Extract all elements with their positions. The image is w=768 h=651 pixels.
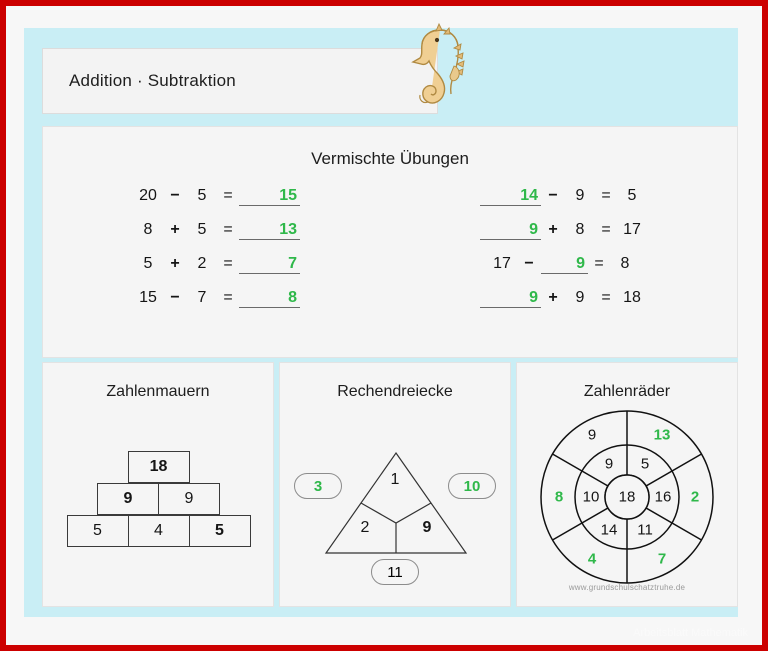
answer-blank[interactable]: 14	[480, 187, 541, 206]
operator: −	[170, 187, 180, 204]
seahorse-icon	[410, 14, 480, 126]
wheel-inner-cell[interactable]: 9	[605, 456, 613, 473]
panel-title: Zahlenmauern	[106, 383, 210, 400]
equals-sign: =	[223, 221, 233, 238]
operand-b: 9	[575, 289, 585, 306]
lower-panels: Zahlenmauern 18 9 9 5 4 5 Rechendreiecke	[42, 362, 738, 607]
operand-a: 5	[143, 255, 153, 272]
operator: +	[548, 289, 558, 306]
wall-cell[interactable]: 9	[158, 483, 220, 515]
equals-sign: =	[594, 255, 604, 272]
page-title: Addition · Subtraktion	[69, 71, 236, 90]
wall-row-top: 18	[65, 451, 251, 483]
wheel-inner-cell[interactable]: 5	[641, 456, 649, 473]
operand-a: 20	[139, 187, 157, 204]
calculation-triangle: 1 2 9 3 10 11	[280, 423, 510, 603]
operator: −	[548, 187, 558, 204]
wheel-outer-cell[interactable]: 8	[555, 489, 563, 506]
operand-b: 7	[197, 289, 207, 306]
operand-b: 5	[197, 187, 207, 204]
answer-blank[interactable]: 7	[239, 255, 300, 274]
wall-cell[interactable]: 9	[97, 483, 159, 515]
exercise-row: 20 − 5 = 15	[43, 187, 390, 208]
mixed-exercises-panel: Vermischte Übungen 20 − 5 = 15 8 + 5 = 1…	[42, 126, 738, 358]
wheel-outer-cell[interactable]: 4	[588, 551, 596, 568]
operand-b: 9	[575, 187, 585, 204]
answer-blank[interactable]: 15	[239, 187, 300, 206]
equals-sign: =	[601, 221, 611, 238]
triangle-cell-top[interactable]: 1	[383, 471, 407, 489]
number-wall: 18 9 9 5 4 5	[65, 451, 251, 547]
result: 8	[620, 255, 630, 272]
faint-footer-note: Arbeitsblatt Mathematik	[633, 627, 748, 639]
wall-cell[interactable]: 4	[127, 515, 190, 547]
equals-sign: =	[223, 187, 233, 204]
answer-blank[interactable]: 8	[239, 289, 300, 308]
triangle-cell-right[interactable]: 9	[415, 519, 439, 537]
triangle-cell-left[interactable]: 2	[353, 519, 377, 537]
wheel-outer-cell[interactable]: 2	[691, 489, 699, 506]
wheel-inner-cell[interactable]: 11	[637, 522, 653, 539]
operand-a: 8	[143, 221, 153, 238]
answer-blank[interactable]: 9	[480, 221, 541, 240]
operand-b: 2	[197, 255, 207, 272]
operand-b: 5	[197, 221, 207, 238]
wheel-outer-cell[interactable]: 13	[654, 427, 671, 444]
operator: −	[524, 255, 534, 272]
wheel-inner-cell[interactable]: 14	[601, 522, 618, 539]
equals-sign: =	[601, 187, 611, 204]
operator: +	[548, 221, 558, 238]
operator: −	[170, 289, 180, 306]
wheel-outer-cell[interactable]: 7	[658, 551, 666, 568]
exercise-row: 9 + 9 = 18	[390, 289, 737, 310]
answer-blank[interactable]: 9	[541, 255, 588, 274]
result: 18	[623, 289, 641, 306]
panel-zahlenraeder: Zahlenräder 18 5 16 11 14 10 9 13 2 7 4 …	[516, 362, 738, 607]
exercise-row: 17 − 9 = 8	[390, 255, 737, 276]
exercises-heading: Vermischte Übungen	[311, 149, 469, 168]
exercise-column-right: 14 − 9 = 5 9 + 8 = 17 17 − 9 = 8 9 + 9 =…	[390, 187, 737, 310]
operand-b: 8	[575, 221, 585, 238]
equals-sign: =	[223, 255, 233, 272]
exercise-row: 14 − 9 = 5	[390, 187, 737, 208]
exercise-row: 9 + 8 = 17	[390, 221, 737, 242]
exercise-grid: 20 − 5 = 15 8 + 5 = 13 5 + 2 = 7 15 − 7 …	[43, 187, 737, 310]
wall-row-bottom: 5 4 5	[65, 515, 251, 547]
panel-title: Rechendreiecke	[337, 383, 453, 400]
exercise-row: 8 + 5 = 13	[43, 221, 390, 242]
operand-a: 17	[493, 255, 511, 272]
result: 5	[627, 187, 637, 204]
result: 17	[623, 221, 641, 238]
equals-sign: =	[601, 289, 611, 306]
number-wheel: 18 5 16 11 14 10 9 13 2 7 4 8 9	[537, 407, 717, 587]
triangle-bubble-bottom[interactable]: 11	[371, 559, 419, 585]
exercise-row: 15 − 7 = 8	[43, 289, 390, 310]
exercise-row: 5 + 2 = 7	[43, 255, 390, 276]
exercise-column-left: 20 − 5 = 15 8 + 5 = 13 5 + 2 = 7 15 − 7 …	[43, 187, 390, 310]
operator: +	[170, 221, 180, 238]
equals-sign: =	[223, 289, 233, 306]
answer-blank[interactable]: 9	[480, 289, 541, 308]
wall-cell[interactable]: 18	[127, 451, 190, 483]
triangle-bubble-right[interactable]: 10	[448, 473, 496, 499]
wheel-outer-cell[interactable]: 9	[588, 427, 596, 444]
worksheet-page: Addition · Subtraktion Vermischte Übunge…	[0, 0, 768, 651]
answer-blank[interactable]: 13	[239, 221, 300, 240]
panel-rechendreiecke: Rechendreiecke 1 2 9 3 10 11	[279, 362, 511, 607]
wheel-inner-cell[interactable]: 16	[655, 489, 672, 506]
panel-zahlenmauern: Zahlenmauern 18 9 9 5 4 5	[42, 362, 274, 607]
panel-title: Zahlenräder	[583, 383, 671, 400]
wall-row-middle: 9 9	[65, 483, 251, 515]
wall-cell[interactable]: 5	[66, 515, 129, 547]
operator: +	[170, 255, 180, 272]
triangle-bubble-left[interactable]: 3	[294, 473, 342, 499]
wheel-inner-cell[interactable]: 10	[583, 489, 600, 506]
wall-cell[interactable]: 5	[188, 515, 251, 547]
watermark-text: www.grundschulschatztruhe.de	[568, 583, 686, 592]
worksheet-title-band: Addition · Subtraktion	[42, 48, 438, 114]
wheel-hub[interactable]: 18	[619, 489, 636, 506]
operand-a: 15	[139, 289, 157, 306]
